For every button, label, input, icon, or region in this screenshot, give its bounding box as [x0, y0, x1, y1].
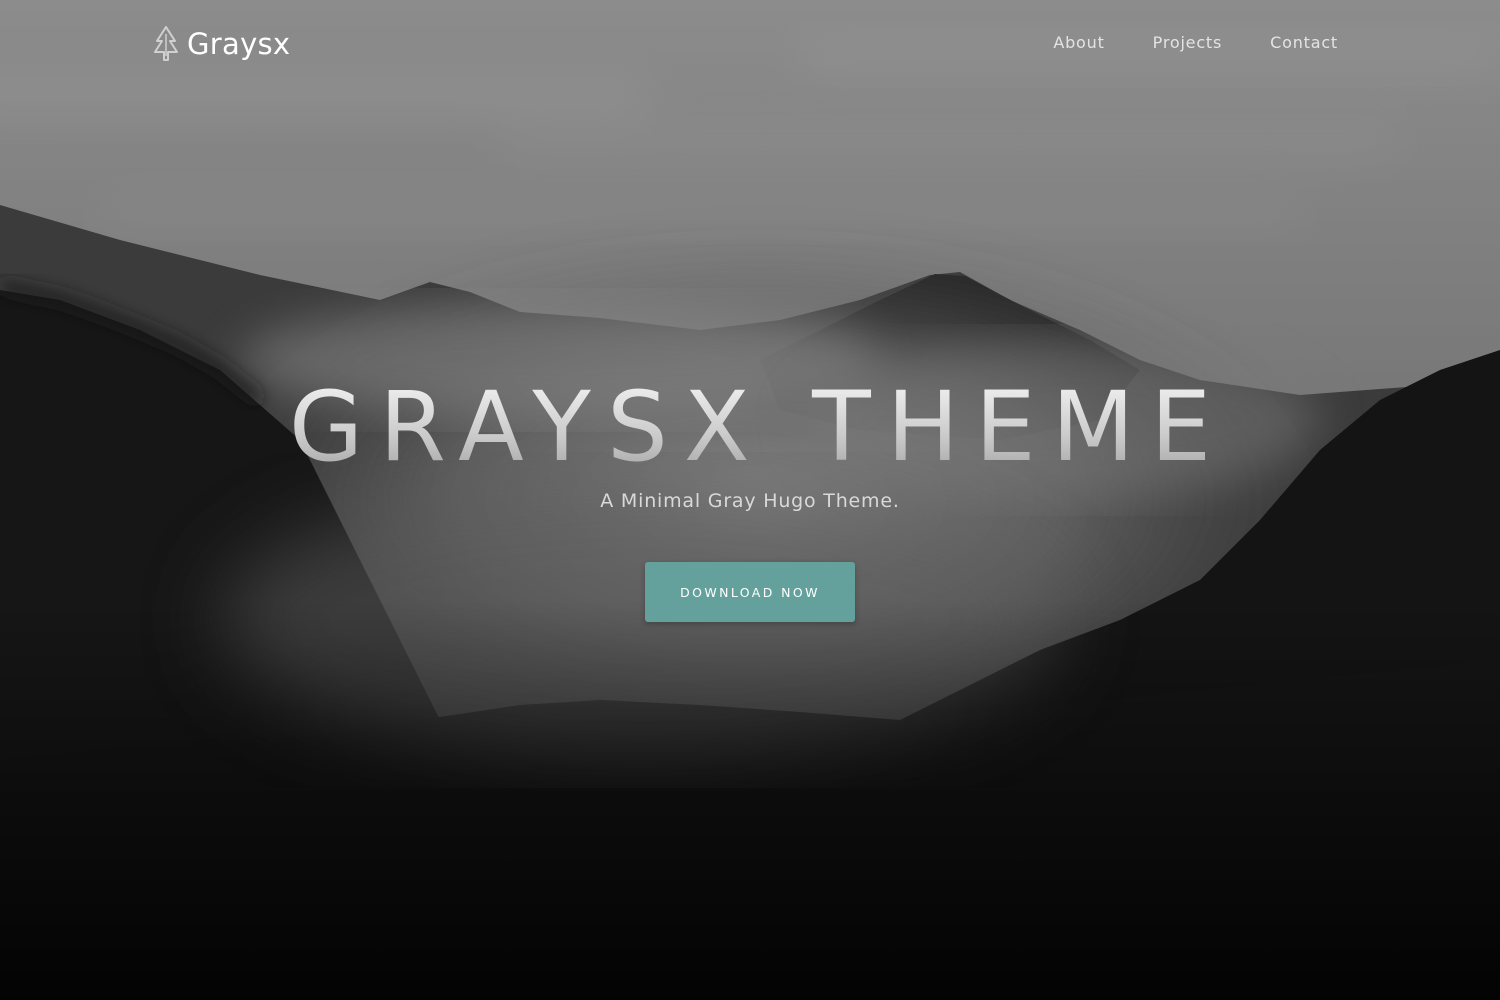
download-now-button[interactable]: DOWNLOAD NOW — [645, 562, 855, 622]
hero-subtitle: A Minimal Gray Hugo Theme. — [600, 490, 900, 512]
nav-link-about[interactable]: About — [1053, 31, 1104, 55]
navbar: Graysx About Projects Contact — [0, 0, 1500, 88]
hero-title: GRAYSX THEME — [0, 372, 1500, 482]
brand-logo-link[interactable]: Graysx — [153, 24, 290, 64]
nav-links: About Projects Contact — [1053, 31, 1338, 55]
hero-section: Graysx About Projects Contact GRAYSX THE… — [0, 0, 1500, 1000]
tree-icon — [154, 26, 178, 61]
nav-link-projects[interactable]: Projects — [1153, 31, 1222, 55]
brand-name: Graysx — [187, 27, 291, 61]
nav-link-contact[interactable]: Contact — [1270, 31, 1338, 55]
